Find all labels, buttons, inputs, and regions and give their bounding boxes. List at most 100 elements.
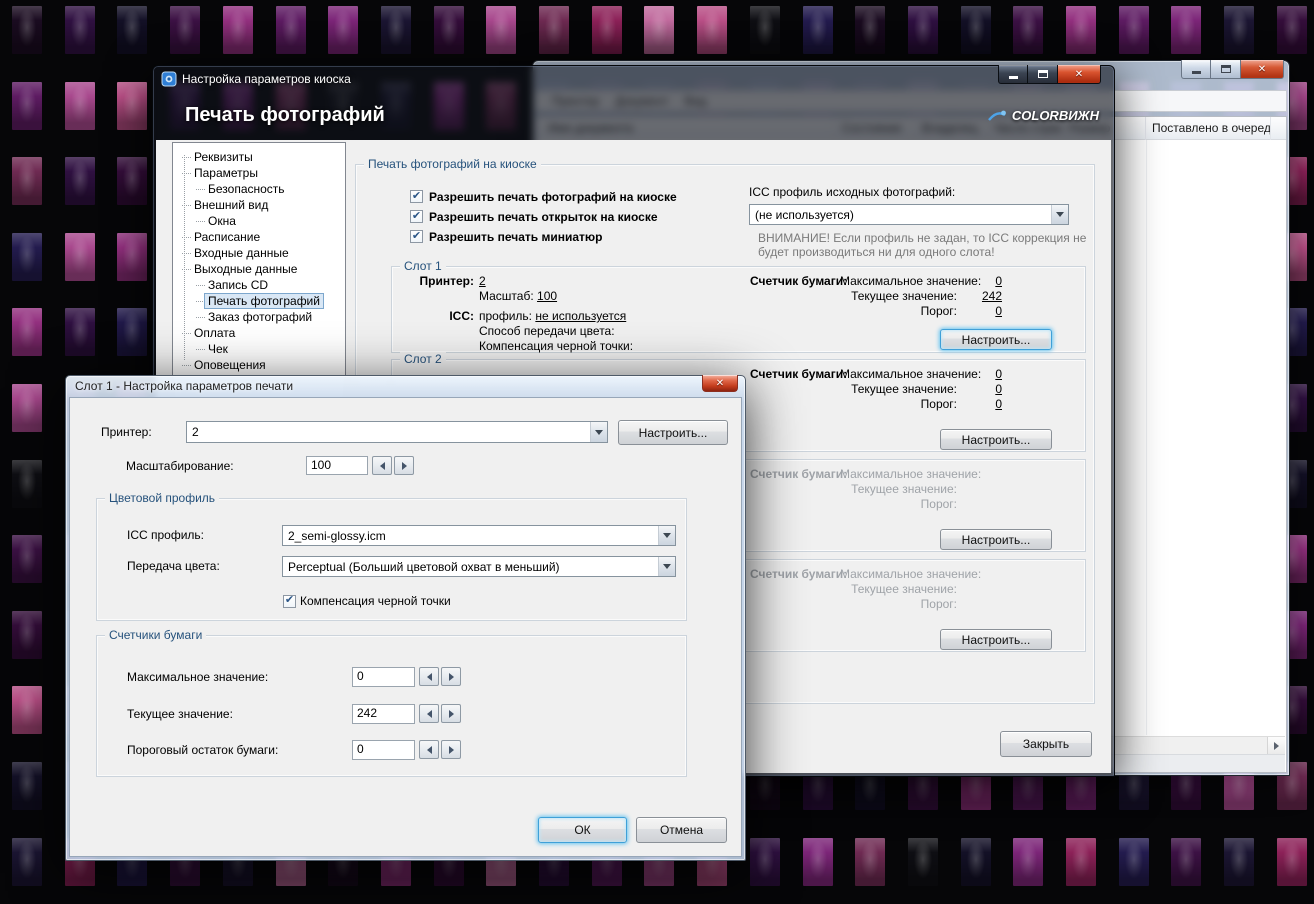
printer-select[interactable]: 2 (186, 421, 608, 443)
desktop-thumbnail (12, 308, 42, 356)
counter-current-value: 0 (995, 382, 1002, 396)
tree-connector (182, 157, 191, 158)
desktop-root: { "desktop": { "palette": ["#1a0b20","#3… (0, 0, 1314, 904)
paper-counter-title: Счетчик бумаги: (750, 567, 847, 581)
desktop-thumbnail (12, 233, 42, 281)
slot-4-configure-button[interactable]: Настроить... (940, 629, 1052, 650)
tree-connector (196, 285, 205, 286)
icc-profile-select[interactable]: 2_semi-glossy.icm (282, 525, 676, 546)
tree-item[interactable]: Выходные данные (173, 261, 345, 277)
checkbox-icon: ✔ (410, 210, 423, 223)
max-increment-button[interactable] (441, 667, 461, 686)
desktop-thumbnail (12, 762, 42, 810)
titlebar[interactable]: Настройка параметров киоска (152, 65, 1115, 92)
max-decrement-button[interactable] (419, 667, 439, 686)
column-header[interactable]: Поставлено в очередь (1146, 117, 1271, 140)
desktop-thumbnail (117, 157, 147, 205)
scaling-input[interactable]: 100 (306, 456, 368, 475)
tree-connector (182, 333, 191, 334)
desktop-thumbnail (908, 6, 938, 54)
close-icon: ✕ (1258, 64, 1266, 75)
scaling-increment-button[interactable] (394, 456, 414, 475)
tree-item[interactable]: Входные данные (173, 245, 345, 261)
threshold-increment-button[interactable] (441, 740, 461, 759)
counter-threshold-label: Порог: (840, 304, 957, 318)
cancel-button[interactable]: Отмена (636, 817, 727, 843)
tree-item[interactable]: Внешний вид (173, 197, 345, 213)
slot-1-group: Слот 1 Принтер: 2 Масштаб: 100 ICC: проф… (391, 266, 1086, 353)
counter-current-value: 242 (982, 289, 1002, 303)
tree-item[interactable]: Расписание (173, 229, 345, 245)
ok-button[interactable]: ОК (538, 817, 627, 843)
checkbox-label: Компенсация черной точки (300, 594, 451, 608)
minimize-button[interactable] (1181, 60, 1211, 79)
tree-item[interactable]: Реквизиты (173, 149, 345, 165)
paper-counter-title: Счетчик бумаги: (750, 467, 847, 481)
tree-item-label: Запись CD (205, 278, 271, 292)
minimize-button[interactable] (998, 65, 1028, 84)
tree-item[interactable]: Оповещения (173, 357, 345, 373)
current-value-input[interactable]: 242 (352, 704, 415, 724)
threshold-decrement-button[interactable] (419, 740, 439, 759)
tree-connector (196, 317, 205, 318)
threshold-label: Пороговый остаток бумаги: (127, 743, 278, 758)
black-point-compensation-checkbox[interactable]: ✔ Компенсация черной точки (283, 594, 451, 608)
tree-item[interactable]: Печать фотографий (173, 293, 345, 309)
tree-item[interactable]: Заказ фотографий (173, 309, 345, 325)
dialog-title[interactable]: Слот 1 - Настройка параметров печати (75, 379, 293, 393)
desktop-thumbnail (1171, 838, 1201, 886)
close-icon: ✕ (1075, 69, 1083, 80)
rendering-intent-select[interactable]: Perceptual (Больший цветовой охват в мен… (282, 556, 676, 577)
tree-item-label: Выходные данные (191, 262, 300, 276)
checkbox-icon: ✔ (410, 190, 423, 203)
scale-label: Масштаб: (479, 289, 534, 303)
slot-3-configure-button[interactable]: Настроить... (940, 529, 1052, 550)
select-value: Perceptual (Больший цветовой охват в мен… (283, 560, 658, 574)
app-icon (161, 71, 177, 87)
tree-item[interactable]: Оплата (173, 325, 345, 341)
desktop-thumbnail (644, 6, 674, 54)
spin-right-icon (449, 746, 454, 754)
maximize-button[interactable] (1211, 60, 1240, 79)
spin-left-icon (427, 673, 432, 681)
slot-2-configure-button[interactable]: Настроить... (940, 429, 1052, 450)
tree-connector (196, 221, 205, 222)
printer-label: Принтер: (392, 274, 474, 288)
tree-item-label: Печать фотографий (205, 294, 323, 308)
close-button[interactable]: ✕ (1240, 60, 1284, 79)
desktop-thumbnail (223, 6, 253, 54)
scroll-right-button[interactable] (1267, 737, 1285, 754)
tree-item[interactable]: Запись CD (173, 277, 345, 293)
slot-1-configure-button[interactable]: Настроить... (940, 329, 1052, 350)
icc-source-profile-select[interactable]: (не используется) (749, 204, 1069, 225)
threshold-input[interactable]: 0 (352, 740, 415, 760)
desktop-thumbnail (750, 6, 780, 54)
current-decrement-button[interactable] (419, 704, 439, 723)
spin-right-icon (449, 710, 454, 718)
printer-configure-button[interactable]: Настроить... (618, 420, 728, 445)
desktop-thumbnail (750, 838, 780, 886)
window-title: Настройка параметров киоска (182, 72, 351, 86)
tree-item[interactable]: Параметры (173, 165, 345, 181)
tree-item-label: Внешний вид (191, 198, 271, 212)
desktop-thumbnail (328, 6, 358, 54)
group-legend: Счетчики бумаги (105, 628, 206, 642)
minimize-icon (1009, 76, 1018, 79)
brand-logo-icon (987, 109, 1007, 123)
tree-item[interactable]: Чек (173, 341, 345, 357)
close-button[interactable]: ✕ (1057, 65, 1101, 84)
current-increment-button[interactable] (441, 704, 461, 723)
scaling-decrement-button[interactable] (372, 456, 392, 475)
max-value-input[interactable]: 0 (352, 667, 415, 687)
maximize-button[interactable] (1028, 65, 1057, 84)
desktop-thumbnail (117, 308, 147, 356)
desktop-thumbnail (961, 6, 991, 54)
checkbox-allow-photo-print[interactable]: ✔ Разрешить печать фотографий на киоске (410, 189, 677, 204)
close-window-button[interactable]: Закрыть (1000, 731, 1092, 757)
dialog-close-button[interactable]: ✕ (702, 375, 738, 392)
checkbox-allow-thumbnail-print[interactable]: ✔ Разрешить печать миниатюр (410, 229, 602, 244)
desktop-thumbnail (117, 82, 147, 130)
checkbox-allow-postcard-print[interactable]: ✔ Разрешить печать открыток на киоске (410, 209, 658, 224)
tree-item[interactable]: Безопасность (173, 181, 345, 197)
tree-item[interactable]: Окна (173, 213, 345, 229)
